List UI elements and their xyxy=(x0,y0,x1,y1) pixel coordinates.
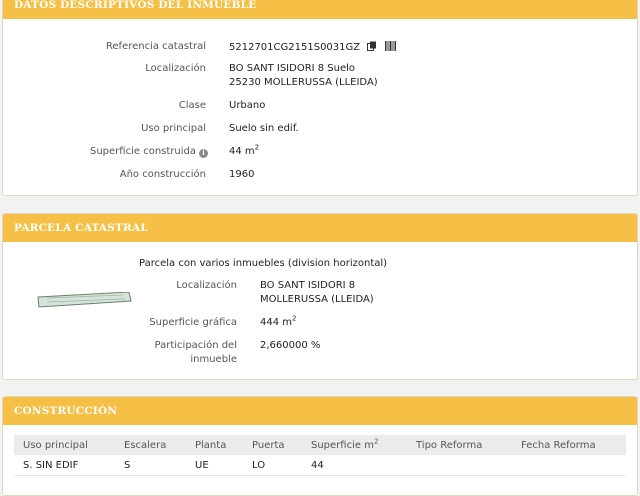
referencia-value: 5212701CG2151S0031GZ xyxy=(229,41,396,54)
construccion-header: CONSTRUCCIÓN xyxy=(3,397,637,425)
anio-construccion-value: 1960 xyxy=(229,169,255,180)
superficie-construida-value: 44 m2 xyxy=(229,143,260,157)
participacion-value: 2,660000 % xyxy=(260,340,321,351)
col-tipo-reforma: Tipo Reforma xyxy=(407,435,512,455)
referencia-text: 5212701CG2151S0031GZ xyxy=(229,42,361,53)
col-fecha-reforma: Fecha Reforma xyxy=(512,435,626,455)
uso-principal-value: Suelo sin edif. xyxy=(229,123,299,134)
parcela-localizacion-line2: MOLLERUSSA (LLEIDA) xyxy=(260,294,374,305)
copy-icon[interactable] xyxy=(367,41,377,54)
cell-tipo-reforma xyxy=(407,455,512,476)
parcela-catastral-panel: PARCELA CATASTRAL Parcela con varios inm… xyxy=(2,213,638,380)
clase-label: Clase xyxy=(178,100,206,111)
table-row: S. SIN EDIF S UE LO 44 xyxy=(14,455,626,476)
uso-principal-label: Uso principal xyxy=(141,123,206,134)
cell-planta: UE xyxy=(186,455,243,476)
col-uso-principal: Uso principal xyxy=(14,435,115,455)
barcode-icon[interactable] xyxy=(384,41,396,54)
localizacion-label: Localización xyxy=(145,63,206,74)
cell-uso: S. SIN EDIF xyxy=(14,455,115,476)
col-puerta: Puerta xyxy=(243,435,302,455)
cell-fecha-reforma xyxy=(512,455,626,476)
participacion-label-line1: Participación del xyxy=(154,340,237,351)
col-planta: Planta xyxy=(186,435,243,455)
construccion-panel: CONSTRUCCIÓN Uso principal Escalera Plan… xyxy=(2,396,638,496)
info-icon[interactable]: i xyxy=(199,149,208,158)
datos-descriptivos-panel: DATOS DESCRIPTIVOS DEL INMUEBLE Referenc… xyxy=(2,0,638,196)
parcela-localizacion-label: Localización xyxy=(176,280,237,291)
parcela-localizacion-line1: BO SANT ISIDORI 8 xyxy=(260,280,356,291)
parcela-catastral-header: PARCELA CATASTRAL xyxy=(3,214,637,242)
participacion-label-line2: inmueble xyxy=(190,354,237,365)
datos-descriptivos-header: DATOS DESCRIPTIVOS DEL INMUEBLE xyxy=(3,0,637,19)
construccion-table-header-row: Uso principal Escalera Planta Puerta Sup… xyxy=(14,435,626,455)
parcela-descripcion: Parcela con varios inmuebles (division h… xyxy=(139,258,388,269)
cell-superficie: 44 xyxy=(302,455,407,476)
superficie-construida-text: Superficie construida xyxy=(90,146,196,157)
construccion-table: Uso principal Escalera Planta Puerta Sup… xyxy=(14,435,626,476)
parcel-map-shape[interactable] xyxy=(37,292,133,310)
superficie-construida-label: Superficie construida i xyxy=(90,146,208,158)
cell-puerta: LO xyxy=(243,455,302,476)
clase-value: Urbano xyxy=(229,100,266,111)
col-superficie: Superficie m2 xyxy=(302,435,407,455)
localizacion-line2: 25230 MOLLERUSSA (LLEIDA) xyxy=(229,77,378,88)
superficie-grafica-value: 444 m2 xyxy=(260,314,297,328)
superficie-grafica-label: Superficie gráfica xyxy=(149,317,237,328)
localizacion-line1: BO SANT ISIDORI 8 Suelo xyxy=(229,63,356,74)
anio-construccion-label: Año construcción xyxy=(119,169,206,180)
referencia-label: Referencia catastral xyxy=(105,41,206,52)
col-escalera: Escalera xyxy=(115,435,186,455)
cell-escalera: S xyxy=(115,455,186,476)
